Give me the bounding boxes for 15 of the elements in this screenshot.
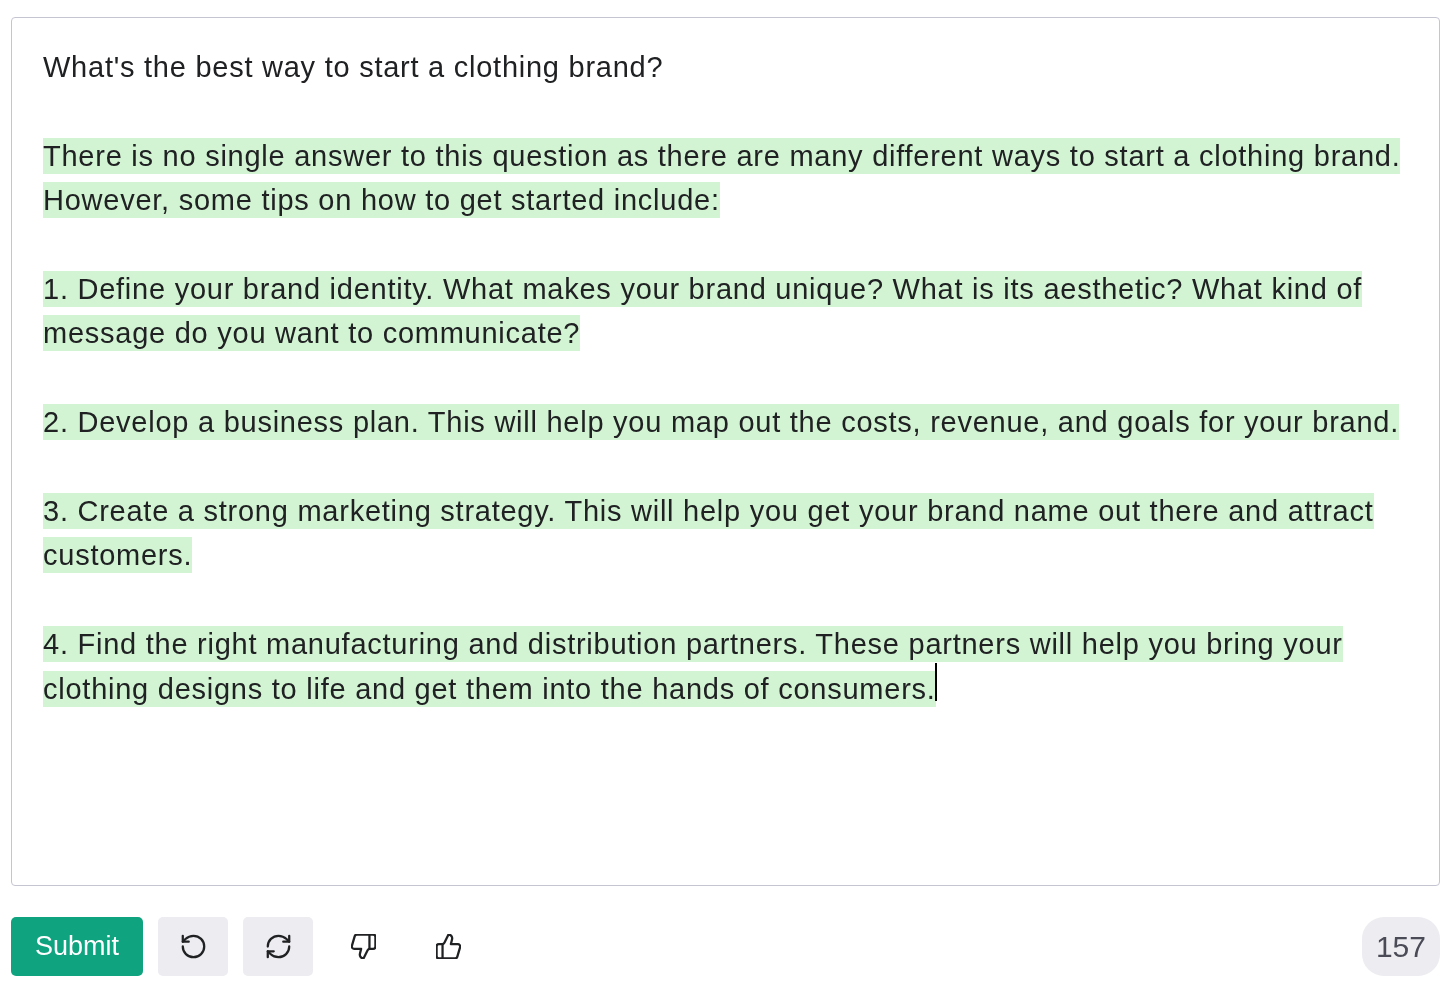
refresh-icon (265, 934, 291, 959)
completion-text: 1. Define your brand identity. What makes your brand unique? What is its aesthetic? What kind of message do you want to communicate? (43, 270, 1364, 354)
prompt-text: What's the best way to start a clothing brand? (43, 50, 664, 85)
submit-button[interactable]: Submit (11, 917, 143, 976)
completion-text: 4. Find the right manufacturing and distribution partners. These partners will help you bring your clothing designs to life and get them into the hands of consumers. (43, 625, 1344, 709)
completion-text: There is no single answer to this question as there are many different ways to start a clothing brand. However, some tips on how to get started include: (43, 136, 1402, 221)
undo-button[interactable] (158, 917, 228, 976)
completion-text: 2. Develop a business plan. This will help you map out the costs, revenue, and goals for your brand. (43, 403, 1400, 443)
thumbs-down-icon (350, 934, 376, 959)
undo-icon (180, 934, 206, 959)
thumbs-up-icon (435, 934, 461, 959)
text-editor[interactable] (11, 17, 1440, 886)
regenerate-button[interactable] (243, 917, 313, 976)
completion-text: 3. Create a strong marketing strategy. This will help you get your brand name out there and attract customers. (43, 492, 1375, 576)
token-count: 157 (1361, 917, 1440, 976)
